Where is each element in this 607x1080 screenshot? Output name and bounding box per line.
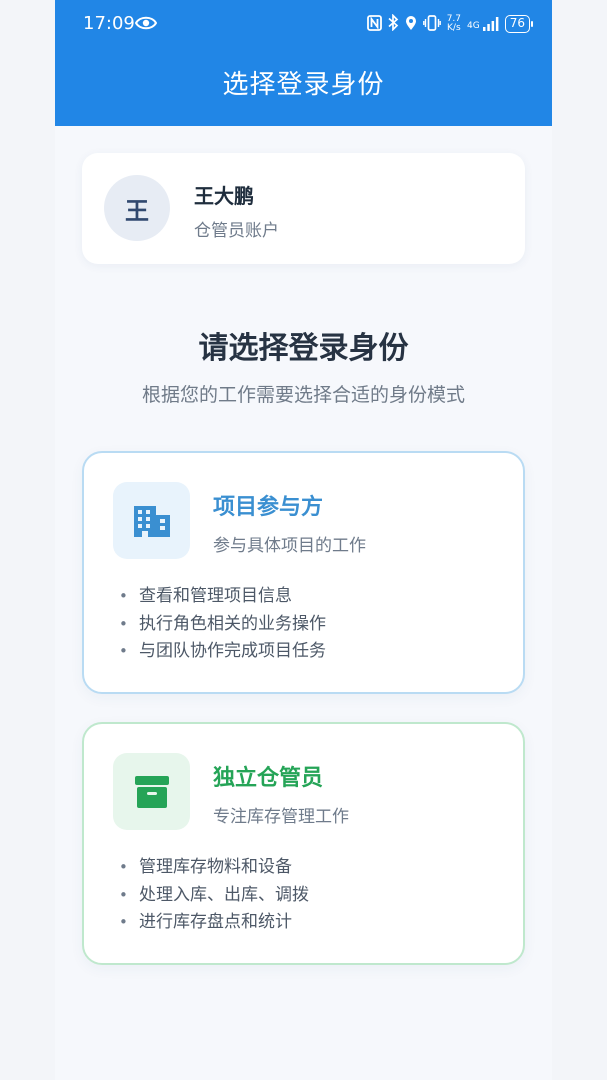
building-icon: [113, 482, 190, 559]
location-icon: [405, 15, 417, 34]
signal-4g-icon: 4G: [467, 17, 499, 31]
role-feature-item: 执行角色相关的业务操作: [119, 611, 326, 639]
role-feature-item: 进行库存盘点和统计: [119, 909, 309, 937]
network-type-label: 4G: [467, 21, 480, 31]
app-screen: 17:09 7.7 K/s 4G 76 选择登录身份 王 王大鹏 仓管员账户 请…: [55, 0, 552, 1080]
role-feature-item: 与团队协作完成项目任务: [119, 638, 326, 666]
bluetooth-icon: [388, 13, 399, 34]
page-title: 选择登录身份: [222, 70, 385, 100]
avatar: 王: [104, 175, 170, 241]
role-title: 独立仓管员: [213, 766, 324, 791]
status-bar: 17:09 7.7 K/s 4G 76: [55, 0, 552, 48]
network-speed-icon: 7.7 K/s: [446, 14, 462, 33]
role-card-independent-warehouse-keeper[interactable]: 独立仓管员 专注库存管理工作 管理库存物料和设备 处理入库、出库、调拨 进行库存…: [82, 722, 525, 965]
status-icons: 7.7 K/s 4G 76: [366, 13, 534, 35]
nfc-icon: [366, 14, 382, 34]
vibrate-icon: [422, 14, 441, 34]
archive-box-icon: [113, 753, 190, 830]
role-feature-item: 管理库存物料和设备: [119, 854, 309, 882]
eye-icon: [134, 15, 158, 35]
status-time: 17:09: [83, 13, 135, 34]
role-title: 项目参与方: [213, 495, 324, 520]
user-name: 王大鹏: [194, 184, 254, 208]
role-feature-item: 处理入库、出库、调拨: [119, 882, 309, 910]
user-card: 王 王大鹏 仓管员账户: [82, 153, 525, 264]
section-heading: 请选择登录身份: [198, 331, 409, 366]
role-feature-list: 查看和管理项目信息 执行角色相关的业务操作 与团队协作完成项目任务: [119, 583, 326, 666]
battery-icon: 76: [504, 15, 534, 33]
user-account-type: 仓管员账户: [194, 221, 279, 241]
section-subheading: 根据您的工作需要选择合适的身份模式: [141, 384, 465, 406]
app-header: 17:09 7.7 K/s 4G 76 选择登录身份: [55, 0, 552, 126]
role-card-project-participant[interactable]: 项目参与方 参与具体项目的工作 查看和管理项目信息 执行角色相关的业务操作 与团…: [82, 451, 525, 694]
role-description: 专注库存管理工作: [213, 807, 349, 827]
role-feature-item: 查看和管理项目信息: [119, 583, 326, 611]
role-description: 参与具体项目的工作: [213, 536, 366, 556]
role-feature-list: 管理库存物料和设备 处理入库、出库、调拨 进行库存盘点和统计: [119, 854, 309, 937]
